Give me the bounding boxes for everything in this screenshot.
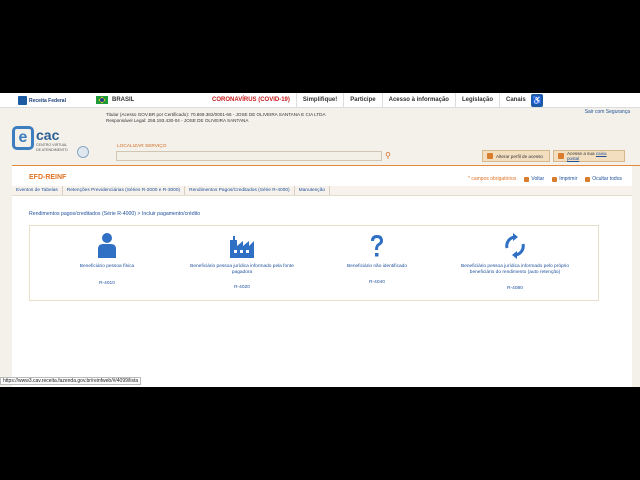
responsavel-line: Responsável Legal: 258.193.430-04 - JOSE… — [106, 118, 249, 123]
change-profile-button[interactable]: Alterar perfil de acesso — [482, 150, 550, 162]
question-icon — [371, 235, 383, 257]
menu-participe[interactable]: Participe — [343, 93, 381, 108]
option-card-r4080[interactable]: Beneficiário pessoa jurídica informado p… — [450, 226, 580, 302]
mailbox-button[interactable]: Acesse a sua caixa postal — [553, 150, 625, 162]
efd-panel: EFD-REINF * campos obrigatórios Voltar I… — [12, 166, 632, 387]
tab-manutencao[interactable]: Manutenção — [295, 186, 331, 195]
gov-menu: CORONAVÍRUS (COVID-19) Simplifique! Part… — [206, 93, 532, 108]
hide-all-link[interactable]: Ocultar todos — [585, 176, 622, 182]
factory-icon — [230, 236, 254, 258]
ecac-logo[interactable]: e cac CENTRO VIRTUAL DE ATENDIMENTO — [12, 126, 72, 158]
option-label: Beneficiário pessoa física — [79, 264, 135, 269]
country-label: BRASIL — [112, 97, 135, 103]
breadcrumb: Rendimentos pagos/creditados (Série R-40… — [29, 211, 201, 217]
option-code: R-4010 — [99, 281, 115, 286]
required-asterisk: * — [468, 176, 470, 182]
receita-logo-icon — [18, 96, 27, 105]
print-icon — [552, 176, 558, 182]
menu-covid[interactable]: CORONAVÍRUS (COVID-19) — [206, 93, 296, 108]
tab-rendimentos[interactable]: Rendimentos Pagos/Creditados (Série R-40… — [185, 186, 295, 195]
menu-canais[interactable]: Canais — [498, 93, 532, 108]
profile-icon — [487, 153, 493, 159]
exit-link[interactable]: Sair com Segurança — [585, 109, 630, 115]
panel-toolbar: * campos obrigatórios Voltar Imprimir Oc… — [468, 176, 622, 182]
search-label: LOCALIZAR SERVIÇO — [117, 144, 167, 149]
option-card-r4020[interactable]: Beneficiário pessoa jurídica informado p… — [177, 226, 307, 302]
ecac-brand-text: cac — [36, 127, 60, 143]
menu-simplifique[interactable]: Simplifique! — [295, 93, 343, 108]
back-link[interactable]: Voltar — [524, 176, 544, 182]
option-code: R-4080 — [507, 286, 523, 291]
print-label: Imprimir — [559, 176, 578, 182]
search-input[interactable] — [116, 151, 382, 161]
screen: Receita Federal BRASIL CORONAVÍRUS (COVI… — [0, 0, 640, 480]
accessibility-icon[interactable]: ♿ — [531, 94, 543, 107]
ecac-subtitle-line1: CENTRO VIRTUAL — [36, 143, 68, 147]
search-icon[interactable]: ⚲ — [385, 151, 395, 161]
hide-icon — [585, 176, 591, 182]
print-link[interactable]: Imprimir — [552, 176, 577, 182]
status-bar-url: https://www3.cav.receita.fazenda.gov.br/… — [0, 377, 142, 385]
brazil-flag-icon — [96, 96, 108, 104]
option-label: Beneficiário não identificado — [346, 264, 407, 269]
mailbox-icon — [558, 153, 564, 159]
hide-all-label: Ocultar todos — [592, 176, 622, 182]
globe-icon — [77, 146, 89, 158]
option-code: R-4040 — [369, 280, 385, 285]
titular-info: Titular (Acesso GOV.BR por Certificado):… — [106, 112, 326, 124]
option-code: R-4020 — [234, 285, 250, 290]
brasil-link[interactable]: BRASIL — [96, 96, 134, 104]
tab-retencoes[interactable]: Retenções Previdenciárias (Séries R-2000… — [63, 186, 186, 195]
receita-logo-text: Receita Federal — [29, 97, 66, 104]
required-text: campos obrigatórios — [471, 176, 517, 182]
gov-top-bar: Receita Federal BRASIL CORONAVÍRUS (COVI… — [0, 93, 640, 108]
receita-federal-logo[interactable]: Receita Federal — [18, 95, 66, 106]
page-title: EFD-REINF — [29, 174, 67, 181]
option-label: Beneficiário pessoa jurídica informado p… — [461, 264, 569, 275]
ecac-subtitle: CENTRO VIRTUAL DE ATENDIMENTO — [36, 143, 68, 152]
menu-legislacao[interactable]: Legislação — [454, 93, 499, 108]
tab-eventos-tabelas[interactable]: Eventos de Tabelas — [12, 186, 63, 195]
browser-page: Receita Federal BRASIL CORONAVÍRUS (COVI… — [0, 93, 640, 387]
back-label: Voltar — [531, 176, 545, 182]
change-profile-label: Alterar perfil de acesso — [496, 153, 543, 159]
ecac-e-mark: e — [12, 126, 34, 150]
required-fields-note: * campos obrigatórios — [468, 176, 516, 182]
ecac-subtitle-line2: DE ATENDIMENTO — [36, 147, 68, 152]
tab-bar: Eventos de Tabelas Retenções Previdenciá… — [12, 186, 632, 196]
option-card-r4040[interactable]: Beneficiário não identificado R-4040 — [312, 226, 442, 302]
refresh-icon — [505, 233, 525, 259]
back-icon — [524, 176, 530, 182]
event-options: Beneficiário pessoa física R-4010 Benefi… — [29, 225, 599, 301]
mailbox-label: Acesse a sua caixa postal — [567, 151, 620, 161]
option-card-r4010[interactable]: Beneficiário pessoa física R-4010 — [42, 226, 172, 302]
option-label: Beneficiário pessoa jurídica informado p… — [190, 264, 294, 275]
person-icon — [98, 233, 116, 258]
menu-acesso-informacao[interactable]: Acesso à informação — [381, 93, 455, 108]
